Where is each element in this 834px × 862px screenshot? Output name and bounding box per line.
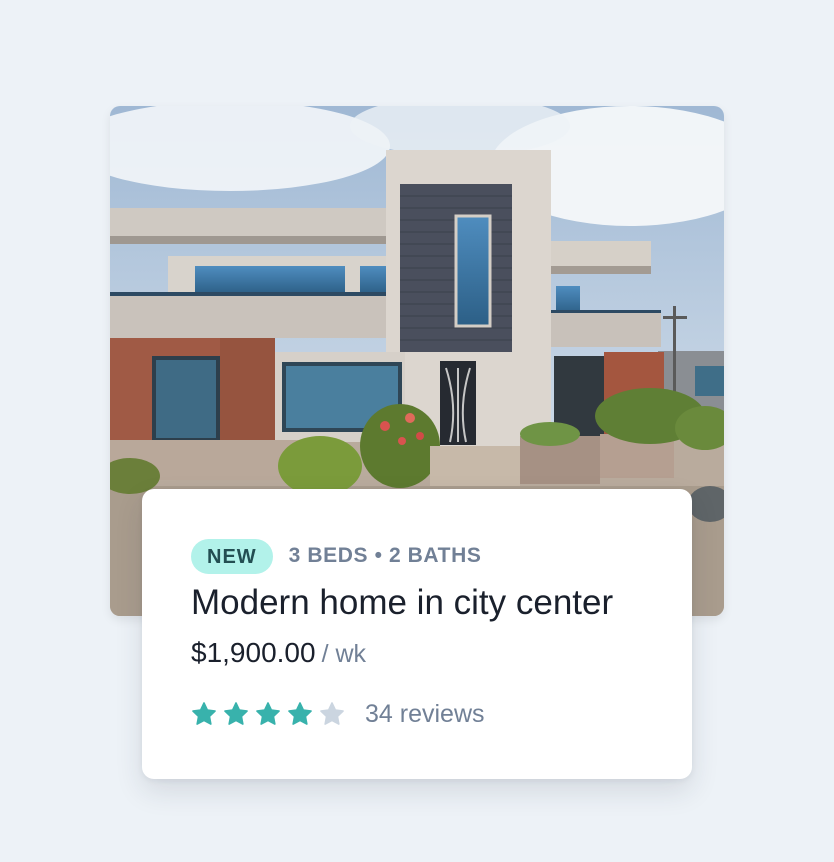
price-row: $1,900.00/ wk <box>191 635 692 672</box>
star-filled-icon <box>224 702 248 725</box>
star-filled-icon <box>192 702 216 725</box>
listing-card[interactable]: NEW 3 BEDS • 2 BATHS Modern home in city… <box>142 489 692 779</box>
reviews-count[interactable]: 34 reviews <box>365 700 485 729</box>
price-unit: / wk <box>321 640 367 668</box>
page: NEW 3 BEDS • 2 BATHS Modern home in city… <box>0 0 834 862</box>
star-rating <box>191 701 351 727</box>
star-filled-icon <box>288 702 312 725</box>
listing-title[interactable]: Modern home in city center <box>191 581 692 625</box>
listing-meta-row: NEW 3 BEDS • 2 BATHS <box>191 537 692 575</box>
rating-row: 34 reviews <box>191 694 692 734</box>
star-filled-icon <box>256 702 280 725</box>
beds-baths-label: 3 BEDS • 2 BATHS <box>288 544 482 567</box>
new-badge: NEW <box>191 538 273 574</box>
price-value: $1,900.00 <box>191 637 316 668</box>
star-empty-icon <box>320 702 344 725</box>
